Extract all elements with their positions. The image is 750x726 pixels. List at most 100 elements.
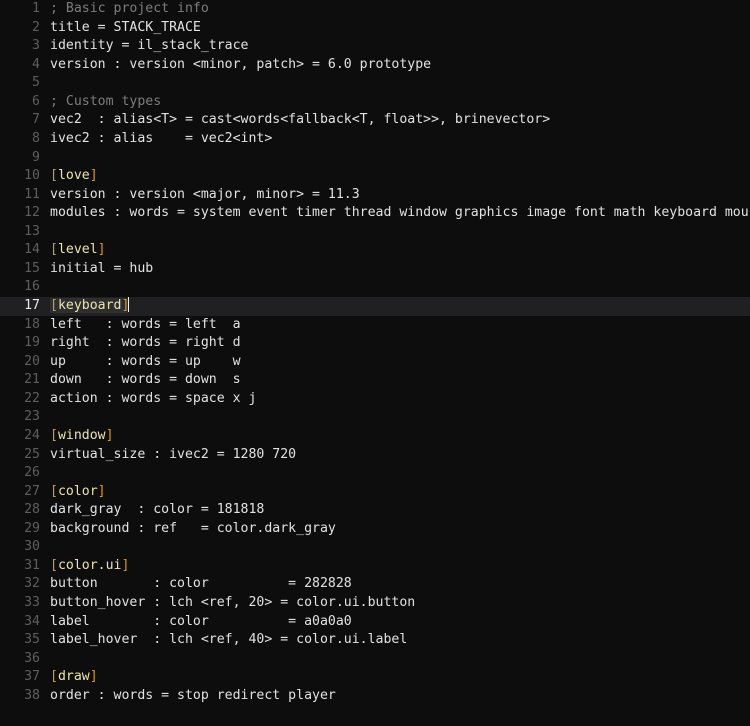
code-line[interactable]: 22 action : words = space x j	[0, 390, 750, 409]
code-text[interactable]: vec2 : alias<T> = cast<words<fallback<T,…	[40, 111, 750, 130]
code-line[interactable]: 26	[0, 464, 750, 483]
plain-text: version : version <major, minor> = 11.3	[50, 186, 360, 202]
code-line[interactable]: 5	[0, 74, 750, 93]
plain-text: button : color = 282828	[50, 576, 352, 592]
code-line[interactable]: 11 version : version <major, minor> = 11.…	[0, 186, 750, 205]
code-line[interactable]: 8 ivec2 : alias = vec2<int>	[0, 130, 750, 149]
code-text[interactable]: [window]	[40, 427, 750, 446]
code-line[interactable]: 13	[0, 223, 750, 242]
plain-text: modules : words = system event timer thr…	[50, 205, 750, 221]
code-text[interactable]: background : ref = color.dark_gray	[40, 520, 750, 539]
code-line[interactable]: 16	[0, 278, 750, 297]
line-number: 8	[32, 130, 40, 146]
bracket-close: ]	[97, 483, 106, 499]
code-text[interactable]: [keyboard]	[40, 297, 750, 316]
code-text[interactable]: [color]	[40, 483, 750, 502]
section-name: love	[57, 168, 90, 184]
section-header: [color]	[50, 484, 106, 499]
code-text[interactable]: virtual_size : ivec2 = 1280 720	[40, 446, 750, 465]
code-text[interactable]: title = STACK_TRACE	[40, 19, 750, 38]
code-line[interactable]: 9	[0, 149, 750, 168]
line-number: 5	[32, 75, 40, 91]
code-text[interactable]: ; Custom types	[40, 93, 750, 112]
code-line[interactable]: 20 up : words = up w	[0, 353, 750, 372]
code-line[interactable]: 34 label : color = a0a0a0	[0, 613, 750, 632]
code-text[interactable]: left : words = left a	[40, 316, 750, 335]
code-line[interactable]: 35 label_hover : lch <ref, 40> = color.ui…	[0, 631, 750, 650]
line-number: 23	[24, 409, 40, 425]
code-text[interactable]: version : version <minor, patch> = 6.0 p…	[40, 56, 750, 75]
code-line[interactable]: 18 left : words = left a	[0, 316, 750, 335]
code-text[interactable]: identity = il_stack_trace	[40, 37, 750, 56]
code-line[interactable]: 29 background : ref = color.dark_gray	[0, 520, 750, 539]
plain-text: dark_gray : color = 181818	[50, 502, 265, 518]
section-header: [window]	[50, 428, 114, 443]
line-number: 10	[24, 168, 40, 184]
code-line[interactable]: 31 [color.ui]	[0, 557, 750, 576]
code-text[interactable]: button_hover : lch <ref, 20> = color.ui.…	[40, 594, 750, 613]
code-line[interactable]: 36	[0, 650, 750, 669]
code-line[interactable]: 4 version : version <minor, patch> = 6.0 …	[0, 56, 750, 75]
code-line[interactable]: 21 down : words = down s	[0, 371, 750, 390]
code-line[interactable]: 32 button : color = 282828	[0, 575, 750, 594]
code-line[interactable]: 33 button_hover : lch <ref, 20> = color.u…	[0, 594, 750, 613]
code-line[interactable]: 19 right : words = right d	[0, 334, 750, 353]
code-line[interactable]: 3 identity = il_stack_trace	[0, 37, 750, 56]
code-text[interactable]: label : color = a0a0a0	[40, 613, 750, 632]
code-line[interactable]: 25 virtual_size : ivec2 = 1280 720	[0, 446, 750, 465]
bracket-close: ]	[97, 242, 106, 258]
bracket-open: [	[50, 242, 58, 258]
code-text[interactable]: order : words = stop redirect player	[40, 687, 750, 706]
code-text[interactable]: [draw]	[40, 668, 750, 687]
line-number: 29	[24, 520, 40, 536]
plain-text: label : color = a0a0a0	[50, 613, 352, 629]
section-header: [draw]	[50, 669, 98, 684]
line-number: 38	[24, 687, 40, 703]
line-number: 9	[32, 149, 40, 165]
code-text[interactable]: ivec2 : alias = vec2<int>	[40, 130, 750, 149]
code-text[interactable]: right : words = right d	[40, 334, 750, 353]
code-text[interactable]: action : words = space x j	[40, 390, 750, 409]
line-number: 3	[32, 38, 40, 54]
code-text[interactable]: down : words = down s	[40, 371, 750, 390]
plain-text: vec2 : alias<T> = cast<words<fallback<T,…	[50, 112, 551, 128]
code-line[interactable]: 6 ; Custom types	[0, 93, 750, 112]
plain-text: action : words = space x j	[50, 390, 257, 406]
code-line[interactable]: 24 [window]	[0, 427, 750, 446]
code-line[interactable]: 37 [draw]	[0, 668, 750, 687]
line-number: 4	[32, 56, 40, 72]
code-line[interactable]: 30	[0, 538, 750, 557]
code-line[interactable]: 23	[0, 408, 750, 427]
line-number: 16	[24, 279, 40, 295]
code-line[interactable]: 28 dark_gray : color = 181818	[0, 501, 750, 520]
code-text[interactable]: initial = hub	[40, 260, 750, 279]
code-text[interactable]: [love]	[40, 167, 750, 186]
code-text[interactable]: button : color = 282828	[40, 575, 750, 594]
code-text[interactable]: version : version <major, minor> = 11.3	[40, 186, 750, 205]
line-number: 6	[32, 93, 40, 109]
code-line[interactable]: 2 title = STACK_TRACE	[0, 19, 750, 38]
code-line[interactable]: 17 [keyboard]	[0, 297, 750, 316]
code-line[interactable]: 15 initial = hub	[0, 260, 750, 279]
code-line[interactable]: 27 [color]	[0, 483, 750, 502]
bracket-close: ]	[89, 669, 98, 685]
code-text[interactable]: modules : words = system event timer thr…	[40, 204, 750, 223]
code-text[interactable]: ; Basic project info	[40, 0, 750, 19]
code-text[interactable]: dark_gray : color = 181818	[40, 501, 750, 520]
code-line[interactable]: 10 [love]	[0, 167, 750, 186]
code-line[interactable]: 1 ; Basic project info	[0, 0, 750, 19]
code-text[interactable]: [level]	[40, 241, 750, 260]
comment-text: ; Basic project info	[50, 1, 209, 16]
code-line[interactable]: 14 [level]	[0, 241, 750, 260]
comment-text: ; Custom types	[50, 93, 162, 109]
line-number: 18	[24, 316, 40, 332]
code-text[interactable]: [color.ui]	[40, 557, 750, 576]
code-text[interactable]: label_hover : lch <ref, 40> = color.ui.l…	[40, 631, 750, 650]
plain-text: title = STACK_TRACE	[50, 19, 201, 35]
code-line[interactable]: 12 modules : words = system event timer t…	[0, 204, 750, 223]
code-text[interactable]: up : words = up w	[40, 353, 750, 372]
code-line[interactable]: 38 order : words = stop redirect player	[0, 687, 750, 706]
code-line[interactable]: 7 vec2 : alias<T> = cast<words<fallback<T…	[0, 111, 750, 130]
line-number: 13	[24, 223, 40, 239]
code-editor[interactable]: 1 ; Basic project info 2 title = STACK_TRAC…	[0, 0, 750, 726]
